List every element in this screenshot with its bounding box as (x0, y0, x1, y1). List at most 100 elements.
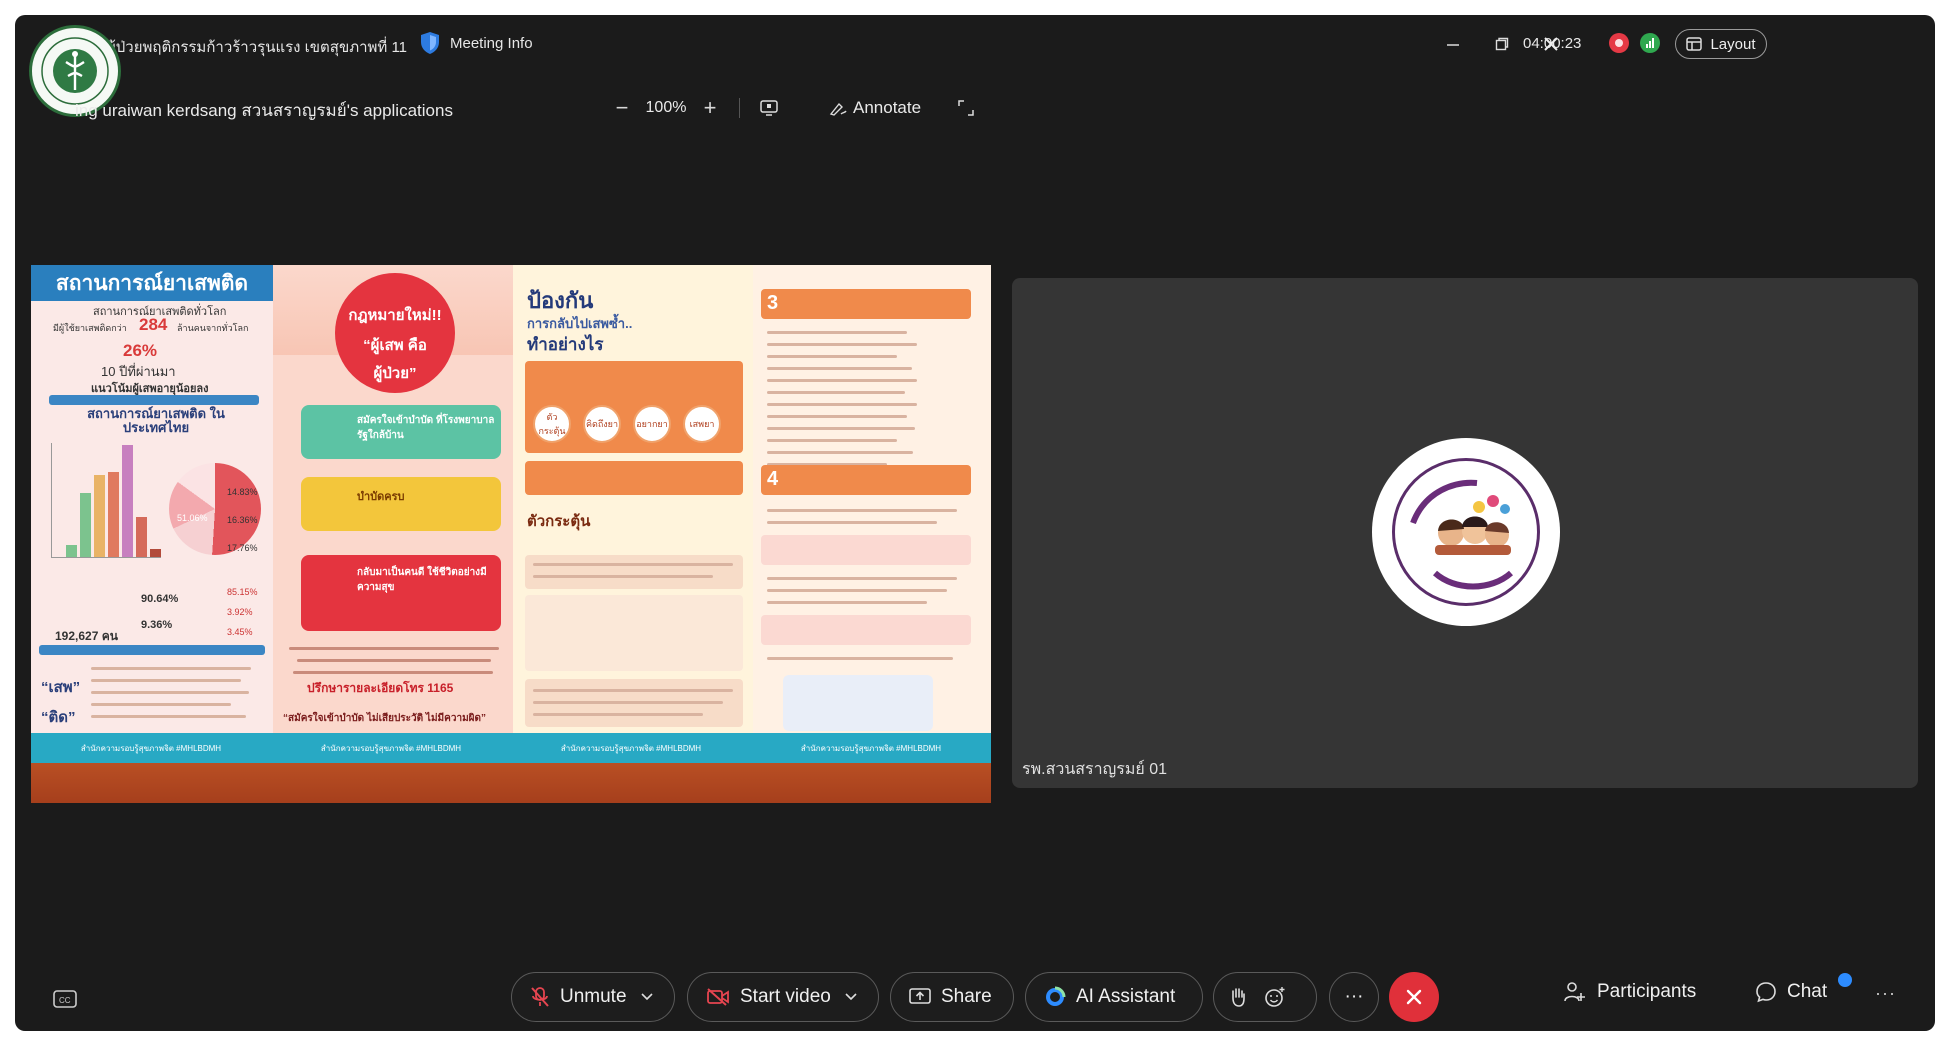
step-4-header: 4 (761, 465, 971, 495)
new-law-circle: กฎหมายใหม่!! “ผู้เสพ คือ ผู้ป่วย” (335, 273, 455, 393)
age-bar-chart (51, 443, 161, 558)
signal-icon[interactable] (1640, 33, 1660, 53)
mic-muted-icon (531, 987, 549, 1007)
step-4-number: 4 (767, 468, 779, 490)
more-label: ··· (1344, 986, 1364, 1007)
restore-icon[interactable] (1489, 31, 1515, 57)
gender-pie-chart (169, 463, 261, 555)
trigger-heading: ตัวกระตุ้น (527, 513, 591, 530)
zoom-value: 100% (645, 99, 687, 116)
chevron-down-icon[interactable] (845, 993, 857, 1001)
shared-bottom-band (31, 763, 991, 803)
tag-complete: บำบัดครบ (301, 477, 501, 531)
infographic-panel-tips: 3 4 (753, 265, 991, 733)
circle-line-1: กฎหมายใหม่!! (348, 307, 442, 324)
annotate-label: Annotate (853, 98, 922, 117)
footer-label-4: สำนักความรอบรู้สุขภาพจิต #MHLBDMH (800, 743, 942, 753)
participants-button[interactable]: Participants (1563, 981, 1696, 1003)
footer-label-2: สำนักความรอบรู้สุขภาพจิต #MHLBDMH (320, 743, 462, 753)
infographic-footer: สำนักความรอบรู้สุขภาพจิต #MHLBDMH สำนักค… (31, 733, 991, 763)
leave-icon (1406, 989, 1422, 1005)
meeting-info-button[interactable]: Meeting Info (420, 31, 533, 55)
participant-name: รพ.สวนสราญรมย์ 01 (1022, 761, 1168, 778)
step-3-header: 3 (761, 289, 971, 319)
step-2-box (525, 461, 743, 495)
shared-screen[interactable]: สถานการณ์ยาเสพติด สถานการณ์ยาเสพติดทั่วโ… (31, 265, 991, 803)
annotate-button[interactable]: Annotate (829, 98, 921, 118)
users-prefix: มีผู้ใช้ยาเสพติดกว่า (53, 323, 127, 333)
participants-label: Participants (1597, 981, 1697, 1002)
tag-complete-text: บำบัดครบ (357, 491, 405, 503)
shield-icon (421, 32, 439, 54)
leave-button[interactable] (1389, 972, 1439, 1022)
share-screen-icon (909, 988, 931, 1004)
meeting-window: ผู้ป่วยพฤติกรรมก้าวร้าวรุนแรง เขตสุขภาพท… (15, 15, 1935, 1031)
raise-hand-icon[interactable] (1228, 986, 1248, 1008)
word-use: “เสพ” (41, 679, 81, 696)
svg-text:CC: CC (59, 996, 71, 1005)
pie-label-3: 14.83% (227, 487, 258, 497)
tag-voluntary: สมัครใจเข้าบำบัด ที่โรงพยาบาลรัฐใกล้บ้าน (301, 405, 501, 459)
more-menu-button[interactable]: ··· (1875, 983, 1896, 1004)
start-video-label: Start video (740, 986, 831, 1007)
meeting-info-label: Meeting Info (450, 34, 533, 52)
infographic-panel-new-law: กฎหมายใหม่!! “ผู้เสพ คือ ผู้ป่วย” สมัครใ… (273, 265, 513, 733)
pill-craving: อยากยา (633, 405, 671, 443)
reactions-group (1213, 972, 1317, 1022)
annotate-icon (829, 102, 847, 116)
prevent-title-3: ทำอย่างไร (527, 335, 604, 354)
layout-label: Layout (1710, 35, 1756, 53)
stat-1: 85.15% (227, 587, 258, 597)
chevron-down-icon[interactable] (640, 993, 653, 1001)
chat-button[interactable]: Chat (1755, 981, 1827, 1003)
unmute-label: Unmute (560, 986, 627, 1007)
pill-use: เสพยา (683, 405, 721, 443)
footer-label-3: สำนักความรอบรู้สุขภาพจิต #MHLBDMH (560, 743, 702, 753)
ai-assistant-label: AI Assistant (1076, 986, 1176, 1007)
ai-assistant-icon (1046, 986, 1066, 1006)
layout-icon (1686, 37, 1703, 51)
infographic-panel-situation: สถานการณ์ยาเสพติด สถานการณ์ยาเสพติดทั่วโ… (31, 265, 273, 733)
panel-title: สถานการณ์ยาเสพติด (31, 265, 273, 301)
tag-good-person-text: กลับมาเป็นคนดี ใช้ชีวิตอย่างมีความสุข (357, 567, 487, 593)
chat-notification-dot (1838, 973, 1852, 987)
zoom-out-icon[interactable]: − (605, 91, 639, 125)
tag-voluntary-text: สมัครใจเข้าบำบัด ที่โรงพยาบาลรัฐใกล้บ้าน (357, 415, 495, 441)
pill-craving-thought: คิดถึงยา (583, 405, 621, 443)
pill-trigger: ตัวกระตุ้น (533, 405, 571, 443)
fullscreen-icon[interactable] (949, 91, 983, 125)
tag-good-person: กลับมาเป็นคนดี ใช้ชีวิตอย่างมีความสุข (301, 555, 501, 631)
share-label: Share (941, 986, 992, 1007)
thai-title: สถานการณ์ยาเสพติด ในประเทศไทย (87, 406, 225, 435)
zoom-in-icon[interactable]: + (693, 91, 727, 125)
minimize-icon[interactable] (1440, 31, 1466, 57)
circle-line-3: ผู้ป่วย” (373, 365, 417, 382)
viewing-share-text: ing uraiwan kerdsang สวนสราญรมย์'s appli… (75, 101, 453, 120)
user-count: 192,627 คน (55, 629, 118, 643)
users-unit: ล้านคนจากทั่วโลก (177, 323, 249, 333)
close-icon[interactable] (1538, 31, 1564, 57)
screen-icon[interactable] (752, 91, 786, 125)
toolbar-divider (739, 98, 740, 118)
more-options-button[interactable]: ··· (1329, 972, 1379, 1022)
captions-icon[interactable]: CC (51, 985, 79, 1013)
title-bar: ผู้ป่วยพฤติกรรมก้าวร้าวรุนแรง เขตสุขภาพท… (15, 15, 1935, 73)
ai-assistant-button[interactable]: AI Assistant (1025, 972, 1203, 1022)
pie-label-4: 17.76% (227, 543, 258, 553)
word-addicted: “ติด” (41, 709, 76, 726)
participant-tile[interactable]: รพ.สวนสราญรมย์ 01 (1012, 278, 1918, 788)
start-video-button[interactable]: Start video (687, 972, 879, 1022)
footer-label-1: สำนักความรอบรู้สุขภาพจิต #MHLBDMH (80, 743, 222, 753)
video-off-icon (707, 988, 729, 1006)
slogan-text: “สมัครใจเข้าบำบัด ไม่เสียประวัติ ไม่มีคว… (283, 713, 487, 724)
stat-2: 3.92% (227, 607, 253, 617)
reaction-icon[interactable] (1264, 986, 1286, 1008)
layout-button[interactable]: Layout (1675, 29, 1767, 59)
avatar (1372, 438, 1560, 626)
share-button[interactable]: Share (890, 972, 1014, 1022)
record-icon[interactable] (1609, 33, 1629, 53)
meeting-title: ผู้ป่วยพฤติกรรมก้าวร้าวรุนแรง เขตสุขภาพท… (107, 39, 408, 56)
unmute-button[interactable]: Unmute (511, 972, 675, 1022)
step-3-number: 3 (767, 292, 779, 314)
users-number: 284 (139, 315, 168, 334)
